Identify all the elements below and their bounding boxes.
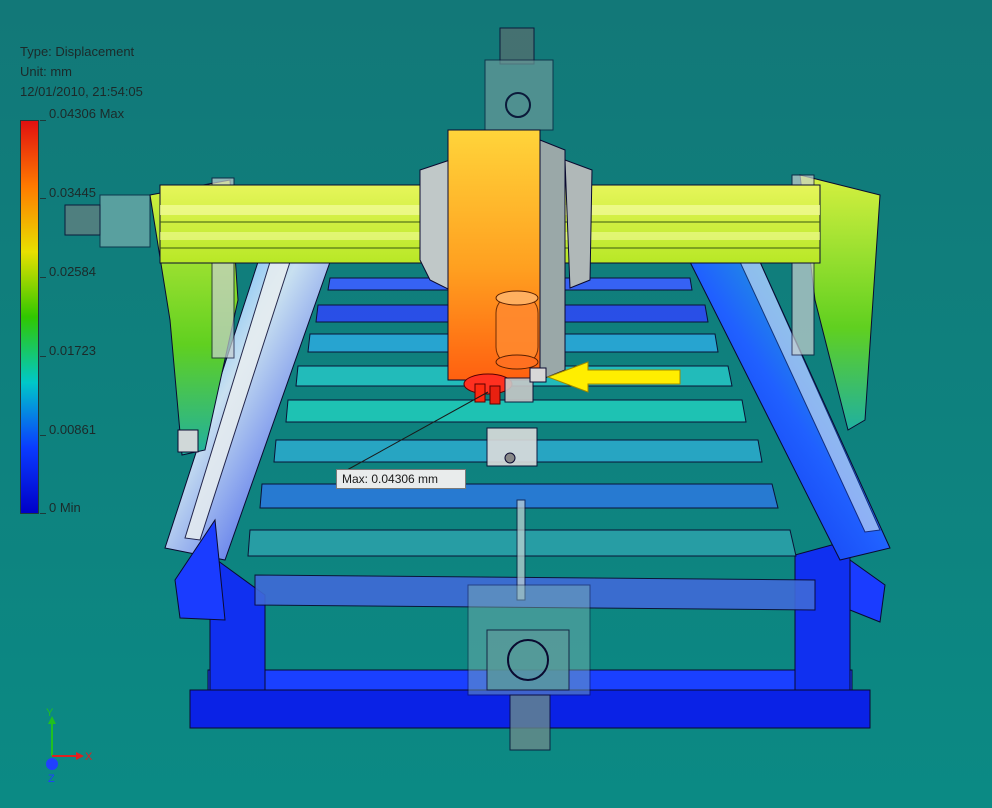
- result-type-label: Type: Displacement: [20, 44, 135, 59]
- triad-x-label: X: [85, 751, 93, 763]
- legend-level: 0.03445: [49, 185, 96, 200]
- legend-tick: [40, 356, 46, 357]
- legend-tick: [40, 513, 46, 514]
- max-probe-label[interactable]: Max: 0.04306 mm: [336, 469, 466, 489]
- triad-z-axis-icon: [46, 758, 58, 770]
- legend-tick: [40, 277, 46, 278]
- result-timestamp: 12/01/2010, 21:54:05: [20, 84, 143, 99]
- model-viewport[interactable]: [0, 0, 992, 808]
- spindle-head: [447, 129, 541, 381]
- triad-x-arrow-icon: [76, 752, 84, 760]
- coordinate-triad[interactable]: Y X Z: [40, 708, 110, 788]
- triad-z-label: Z: [48, 773, 55, 785]
- legend-level-max: 0.04306 Max: [49, 106, 125, 121]
- triad-y-label: Y: [46, 708, 54, 719]
- legend-tick: [40, 198, 46, 199]
- result-unit-label: Unit: mm: [20, 64, 72, 79]
- displacement-color-bar: [20, 120, 39, 514]
- lower-bracket: [486, 427, 538, 467]
- legend-tick: [40, 120, 46, 121]
- legend-level-min: 0 Min: [49, 500, 81, 515]
- legend-level: 0.00861: [49, 422, 96, 437]
- legend-level: 0.01723: [49, 343, 96, 358]
- legend-level: 0.02584: [49, 264, 96, 279]
- legend-tick: [40, 435, 46, 436]
